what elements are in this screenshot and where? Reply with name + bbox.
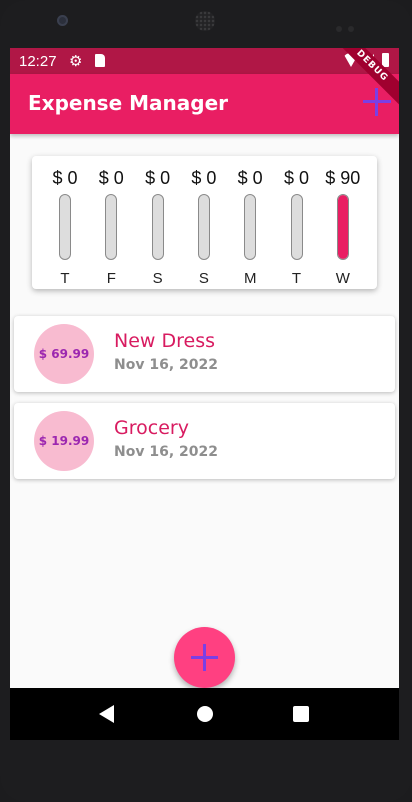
chart-bar-column: $ 0 S <box>135 166 181 287</box>
chart-bar-column: $ 90 W <box>320 166 366 287</box>
front-camera <box>57 15 68 26</box>
weekly-chart-card: $ 0 T $ 0 F $ 0 S $ 0 S $ 0 M $ 0 T $ 90 W <box>32 156 377 289</box>
recents-icon[interactable] <box>293 706 309 722</box>
expense-list-item[interactable]: $ 69.99 New Dress Nov 16, 2022 <box>14 316 395 392</box>
chart-bar-column: $ 0 T <box>274 166 320 287</box>
chart-bar-amount-label: $ 0 <box>237 168 263 188</box>
chart-bar-amount-label: $ 90 <box>325 168 361 188</box>
chart-bar-track <box>290 194 303 260</box>
chart-bar-column: $ 0 T <box>42 166 88 287</box>
chart-day-label: S <box>198 270 209 287</box>
chart-bar-fill <box>337 195 348 259</box>
chart-bar-track <box>105 194 118 260</box>
app-title: Expense Manager <box>28 91 228 115</box>
android-nav-bar <box>10 688 399 740</box>
chart-bar-column: $ 0 F <box>88 166 134 287</box>
expense-title: Grocery <box>114 417 189 439</box>
back-icon[interactable] <box>99 705 114 723</box>
chart-day-label: F <box>106 270 116 287</box>
gear-icon: ⚙ <box>69 53 83 70</box>
chart-bar-amount-label: $ 0 <box>98 168 124 188</box>
chart-bar-track <box>197 194 210 260</box>
screen: 12:27 ⚙ Expense Manager DEBUG $ 0 T $ 0 F $ … <box>10 48 399 740</box>
chart-bar-track <box>336 194 349 260</box>
expense-amount-avatar: $ 19.99 <box>34 411 94 471</box>
chart-day-label: T <box>60 270 70 287</box>
home-icon[interactable] <box>197 706 213 722</box>
sd-card-icon <box>95 54 105 67</box>
chart-bar-track <box>151 194 164 260</box>
chart-day-label: W <box>335 270 350 287</box>
status-time: 12:27 <box>19 53 57 70</box>
chart-day-label: S <box>152 270 163 287</box>
chart-bar-column: $ 0 S <box>181 166 227 287</box>
sensor-dots <box>336 17 360 32</box>
plus-icon <box>191 644 218 671</box>
chart-bar-amount-label: $ 0 <box>52 168 78 188</box>
chart-bar-amount-label: $ 0 <box>145 168 171 188</box>
chart-bar-track <box>244 194 257 260</box>
app-bar: Expense Manager <box>10 74 399 134</box>
chart-day-label: T <box>291 270 302 287</box>
add-expense-fab-button[interactable] <box>174 627 235 688</box>
status-bar: 12:27 ⚙ <box>10 48 399 74</box>
expense-title: New Dress <box>114 330 215 352</box>
expense-amount-avatar: $ 69.99 <box>34 324 94 384</box>
chart-bar-amount-label: $ 0 <box>191 168 217 188</box>
chart-bar-column: $ 0 M <box>227 166 273 287</box>
expense-date: Nov 16, 2022 <box>114 444 218 460</box>
device-frame: 12:27 ⚙ Expense Manager DEBUG $ 0 T $ 0 F $ … <box>0 0 412 802</box>
chart-bar-track <box>59 194 71 260</box>
expense-date: Nov 16, 2022 <box>114 357 218 373</box>
expense-list-item[interactable]: $ 19.99 Grocery Nov 16, 2022 <box>14 403 395 479</box>
earpiece-speaker <box>195 11 215 31</box>
chart-bar-amount-label: $ 0 <box>283 168 310 188</box>
chart-day-label: M <box>243 270 257 287</box>
